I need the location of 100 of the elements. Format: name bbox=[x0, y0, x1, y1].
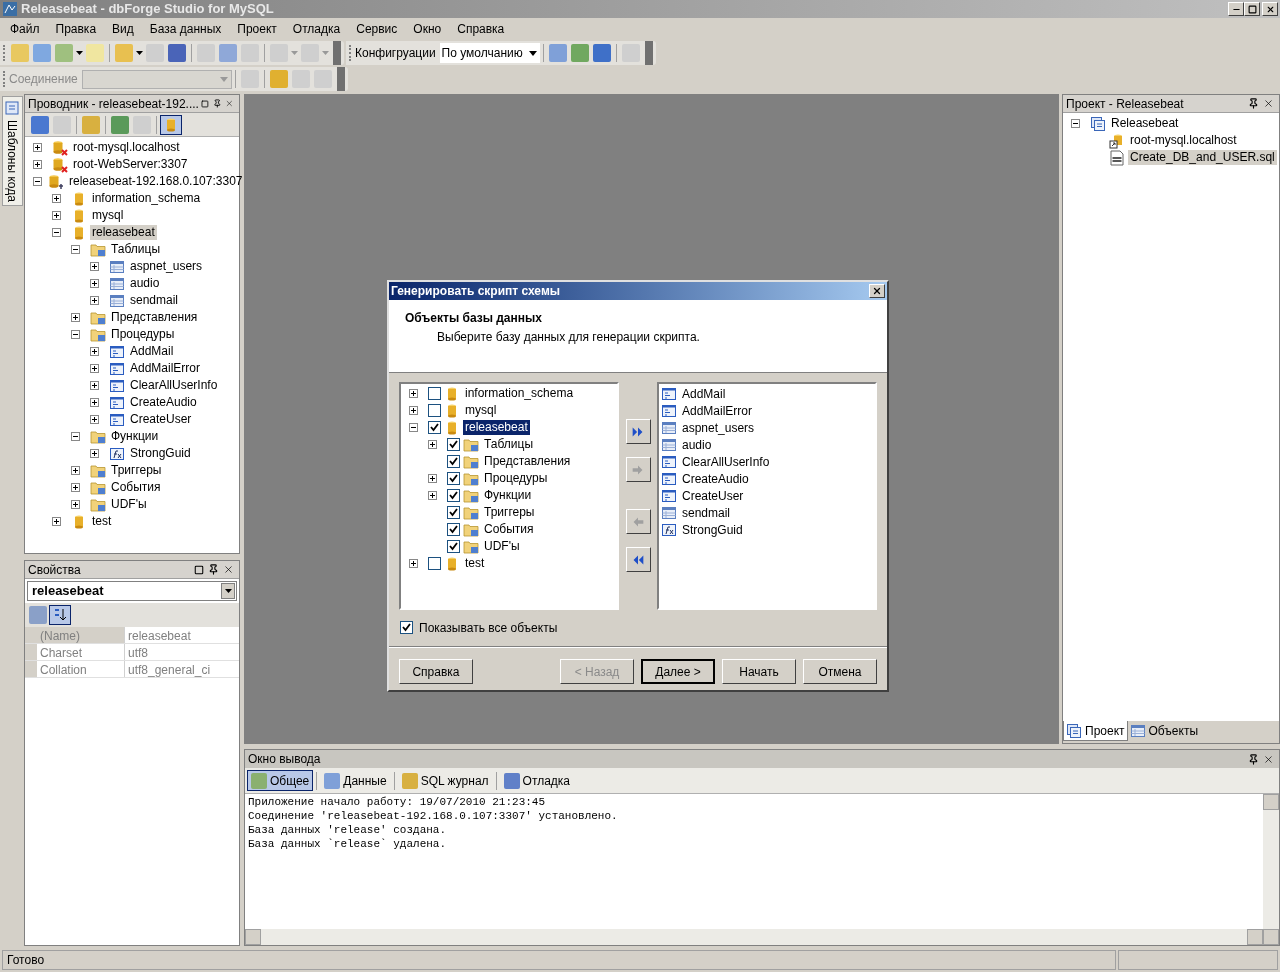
expand-toggle[interactable] bbox=[52, 194, 61, 203]
tree-item[interactable]: UDF'ы bbox=[482, 539, 522, 554]
checkbox[interactable] bbox=[428, 404, 441, 417]
expand-toggle[interactable] bbox=[90, 415, 99, 424]
checkbox[interactable] bbox=[447, 455, 460, 468]
panel-tab[interactable]: Проект bbox=[1063, 721, 1128, 741]
expand-toggle[interactable] bbox=[33, 143, 42, 152]
expand-toggle[interactable] bbox=[71, 483, 80, 492]
checkbox[interactable] bbox=[447, 540, 460, 553]
tree-item[interactable]: releasebeat bbox=[90, 225, 157, 240]
tree-item[interactable]: Функции bbox=[109, 429, 161, 444]
expand-toggle[interactable] bbox=[409, 423, 418, 432]
expand-toggle[interactable] bbox=[1071, 119, 1080, 128]
tree-item[interactable]: test bbox=[463, 556, 487, 571]
dropdown-arrow-icon[interactable] bbox=[76, 51, 83, 55]
expand-toggle[interactable] bbox=[71, 432, 80, 441]
tree-item[interactable]: releasebeat-192.168.0.107:3307 bbox=[67, 174, 245, 189]
tree-item[interactable]: Процедуры bbox=[482, 471, 550, 486]
tree-item[interactable]: CreateAudio bbox=[128, 395, 199, 410]
toolbar-grip[interactable] bbox=[3, 45, 6, 61]
tree-item[interactable]: sendmail bbox=[128, 293, 181, 308]
expand-toggle[interactable] bbox=[428, 474, 437, 483]
expand-toggle[interactable] bbox=[71, 500, 80, 509]
toolbar-grip[interactable] bbox=[3, 71, 6, 87]
expand-toggle[interactable] bbox=[409, 406, 418, 415]
list-item[interactable]: CreateUser bbox=[682, 486, 744, 505]
tree-item[interactable]: mysql bbox=[463, 403, 499, 418]
list-item[interactable]: audio bbox=[682, 435, 712, 454]
minimize-button[interactable] bbox=[1228, 2, 1244, 16]
toolbar-overflow-button[interactable] bbox=[336, 67, 345, 91]
close-button[interactable] bbox=[1262, 2, 1278, 16]
tree-item[interactable]: Таблицы bbox=[482, 437, 535, 452]
config-select[interactable]: По умолчанию bbox=[439, 43, 540, 63]
tree-item[interactable]: События bbox=[109, 480, 163, 495]
list-item[interactable]: AddMailError bbox=[682, 401, 753, 420]
output-tab[interactable]: SQL журнал bbox=[397, 770, 493, 791]
tree-item[interactable]: root-mysql.localhost bbox=[71, 140, 182, 155]
checkbox[interactable] bbox=[447, 489, 460, 502]
object-select[interactable]: releasebeat bbox=[27, 581, 237, 601]
tree-item[interactable]: UDF'ы bbox=[109, 497, 149, 512]
tree-item[interactable]: aspnet_users bbox=[128, 259, 205, 274]
dialog-button[interactable]: Справка bbox=[399, 659, 473, 684]
dialog-button[interactable]: Отмена bbox=[803, 659, 877, 684]
tree-item[interactable]: root-mysql.localhost bbox=[1128, 133, 1239, 148]
output-tab[interactable]: Отладка bbox=[499, 770, 574, 791]
toolbar-overflow-button[interactable] bbox=[644, 41, 653, 65]
expand-toggle[interactable] bbox=[428, 491, 437, 500]
expand-toggle[interactable] bbox=[90, 296, 99, 305]
list-item[interactable]: sendmail bbox=[682, 503, 731, 522]
checkbox[interactable] bbox=[428, 421, 441, 434]
expand-toggle[interactable] bbox=[409, 389, 418, 398]
expand-toggle[interactable] bbox=[33, 160, 42, 169]
tree-item[interactable]: root-WebServer:3307 bbox=[71, 157, 190, 172]
transfer-button[interactable] bbox=[625, 419, 651, 444]
menu-item[interactable]: Справка bbox=[449, 20, 513, 38]
menu-item[interactable]: База данных bbox=[141, 20, 230, 38]
expand-toggle[interactable] bbox=[52, 211, 61, 220]
tree-item[interactable]: Функции bbox=[482, 488, 534, 503]
expand-toggle[interactable] bbox=[52, 517, 61, 526]
menu-item[interactable]: Файл bbox=[2, 20, 48, 38]
tree-item[interactable]: Процедуры bbox=[109, 327, 177, 342]
menu-item[interactable]: Окно bbox=[405, 20, 450, 38]
dialog-button[interactable]: Далее > bbox=[641, 659, 715, 684]
tree-item[interactable]: ClearAllUserInfo bbox=[128, 378, 220, 393]
tree-item[interactable]: releasebeat bbox=[463, 420, 530, 435]
expand-toggle[interactable] bbox=[90, 449, 99, 458]
tree-item[interactable]: audio bbox=[128, 276, 162, 291]
checkbox[interactable] bbox=[447, 438, 460, 451]
expand-toggle[interactable] bbox=[428, 440, 437, 449]
list-item[interactable]: aspnet_users bbox=[682, 418, 755, 437]
tree-item[interactable]: События bbox=[482, 522, 536, 537]
list-item[interactable]: StrongGuid bbox=[682, 520, 743, 539]
expand-toggle[interactable] bbox=[90, 398, 99, 407]
toggle-button[interactable] bbox=[160, 114, 182, 135]
close-icon[interactable] bbox=[1263, 753, 1274, 765]
maximize-button[interactable] bbox=[1244, 2, 1260, 16]
dropdown-button[interactable] bbox=[221, 583, 235, 599]
close-button[interactable] bbox=[869, 284, 885, 298]
menu-item[interactable]: Отладка bbox=[284, 20, 349, 38]
checkbox[interactable] bbox=[428, 387, 441, 400]
expand-toggle[interactable] bbox=[71, 245, 80, 254]
tree-item[interactable]: test bbox=[90, 514, 114, 529]
tree-item[interactable]: Представления bbox=[482, 454, 573, 469]
checkbox[interactable] bbox=[447, 506, 460, 519]
menu-item[interactable]: Сервис bbox=[348, 20, 406, 38]
expand-toggle[interactable] bbox=[409, 559, 418, 568]
expand-toggle[interactable] bbox=[71, 466, 80, 475]
float-icon[interactable] bbox=[194, 564, 204, 575]
list-item[interactable]: ClearAllUserInfo bbox=[682, 452, 770, 471]
side-tab[interactable]: Шаблоны кода bbox=[1, 96, 23, 206]
tree-item[interactable]: StrongGuid bbox=[128, 446, 193, 461]
tree-item[interactable]: Create_DB_and_USER.sql bbox=[1128, 150, 1277, 165]
expand-toggle[interactable] bbox=[52, 228, 61, 237]
tree-item[interactable]: information_schema bbox=[90, 191, 203, 206]
tree-item[interactable]: Триггеры bbox=[109, 463, 164, 478]
toolbar-grip[interactable] bbox=[349, 45, 352, 61]
tree-item[interactable]: Триггеры bbox=[482, 505, 537, 520]
close-icon[interactable] bbox=[223, 564, 234, 575]
checkbox[interactable] bbox=[447, 523, 460, 536]
dropdown-arrow-icon[interactable] bbox=[136, 51, 143, 55]
